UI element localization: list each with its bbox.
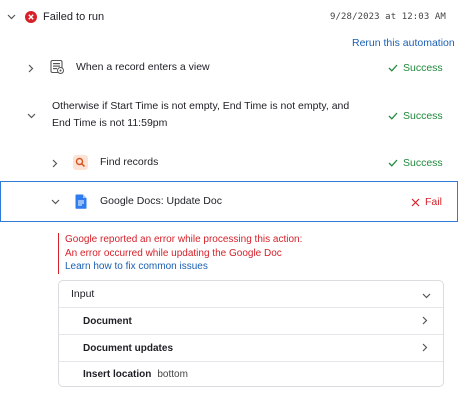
search-icon [73, 155, 88, 170]
input-insert-location-row: Insert location bottom [59, 362, 443, 386]
input-title: Input [71, 288, 95, 300]
run-status-title: Failed to run [43, 11, 105, 23]
condition-label: Otherwise if Start Time is not empty, En… [52, 100, 350, 129]
run-timestamp: 9/28/2023 at 12:03 AM [330, 12, 446, 22]
find-expand-chevron-icon[interactable] [50, 158, 60, 168]
document-label: Document [83, 315, 132, 327]
insert-location-label: Insert location [83, 368, 152, 380]
document-updates-label: Document updates [83, 342, 174, 354]
gdocs-collapse-chevron-icon[interactable] [50, 197, 60, 207]
check-icon [388, 159, 398, 167]
input-header[interactable]: Input [59, 281, 443, 307]
error-line-1: Google reported an error while processin… [65, 234, 303, 245]
google-docs-icon [75, 194, 87, 209]
step-trigger-status: Success [388, 62, 443, 74]
input-chevron-down-icon[interactable] [422, 290, 431, 302]
step-gdocs-label: Google Docs: Update Doc [100, 195, 222, 207]
input-document-updates-row[interactable]: Document updates [59, 335, 443, 361]
error-line-2: An error occurred while updating the Goo… [65, 247, 282, 259]
document-chevron-right-icon[interactable] [422, 316, 428, 328]
step-gdocs-row[interactable] [0, 181, 458, 222]
collapse-chevron-icon[interactable] [6, 12, 16, 22]
step-find-status: Success [388, 157, 443, 169]
check-icon [388, 64, 398, 72]
fail-x-icon [411, 198, 420, 206]
input-document-row[interactable]: Document [59, 308, 443, 334]
step-gdocs-status: Fail [411, 196, 442, 208]
rerun-automation-link[interactable]: Rerun this automation [352, 37, 455, 49]
insert-location-value: bottom [157, 368, 188, 380]
learn-fix-link[interactable]: Learn how to fix common issues [65, 260, 302, 274]
error-icon [25, 11, 37, 23]
step-find-label: Find records [100, 156, 159, 168]
document-updates-chevron-right-icon[interactable] [422, 343, 428, 355]
error-message: Google reported an error while processin… [58, 233, 302, 274]
check-icon [388, 112, 398, 120]
record-view-icon [49, 59, 65, 75]
condition-collapse-chevron-icon[interactable] [26, 111, 36, 121]
input-panel: Input Document Document updates Insert l… [58, 280, 444, 387]
step-trigger-label: When a record enters a view [76, 61, 210, 73]
expand-chevron-icon[interactable] [26, 63, 36, 73]
condition-status: Success [388, 110, 443, 122]
